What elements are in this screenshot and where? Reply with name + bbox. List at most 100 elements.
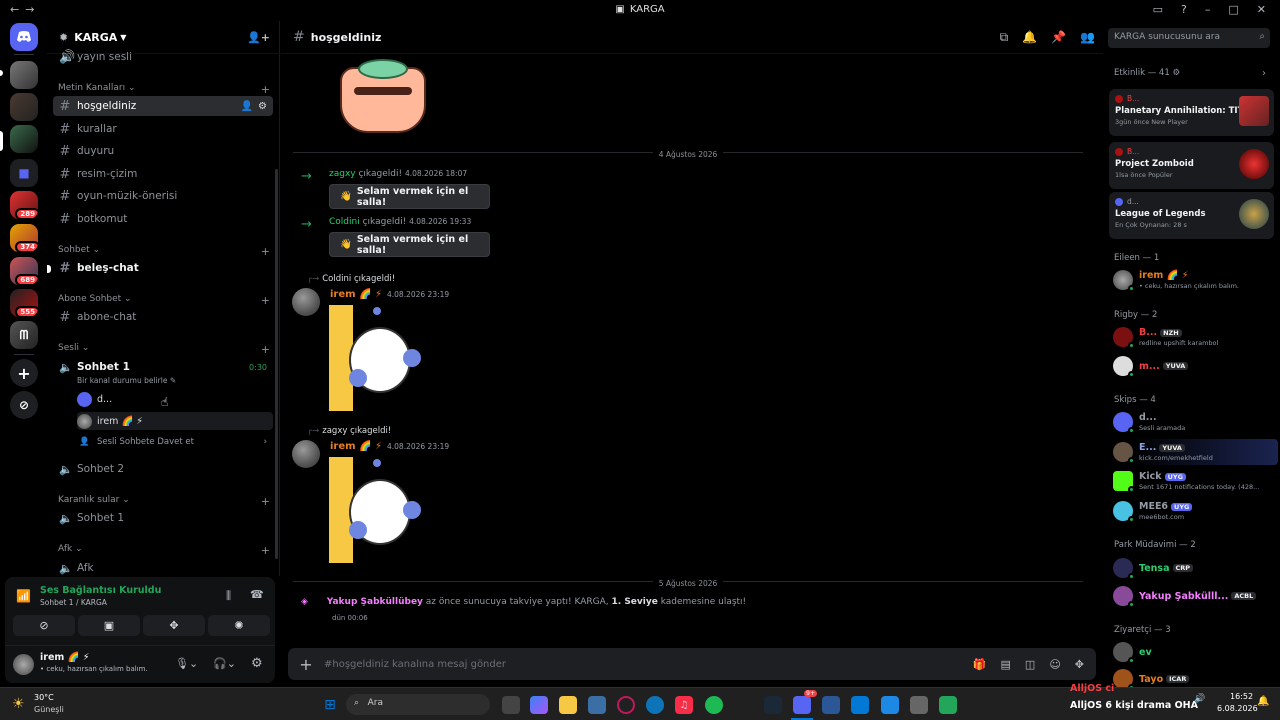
add-channel-icon[interactable]: +: [261, 83, 270, 96]
noise-suppression-icon[interactable]: ⫼: [226, 589, 231, 603]
minimize-button[interactable]: –: [1205, 3, 1211, 16]
channel-kurallar[interactable]: # kurallar: [53, 119, 273, 139]
reply-reference[interactable]: ┌→ Coldini çıkageldi!: [307, 274, 395, 284]
app-icon[interactable]: [822, 696, 840, 714]
emoji-icon[interactable]: ☺: [1049, 658, 1060, 671]
maximize-button[interactable]: □: [1228, 3, 1238, 16]
member-tensa[interactable]: Tensa CRP: [1113, 555, 1278, 581]
add-channel-icon[interactable]: +: [261, 343, 270, 356]
pin-icon[interactable]: 📌: [1051, 30, 1066, 45]
voice-channel-afk[interactable]: 🔈 Afk: [53, 558, 273, 578]
channel-oyun-muzik[interactable]: # oyun-müzik-önerisi: [53, 186, 273, 206]
store-icon[interactable]: [588, 696, 606, 714]
reply-reference[interactable]: ┌→ zagxy çıkageldi!: [307, 426, 391, 436]
add-server-icon[interactable]: +: [10, 359, 38, 387]
voice-location[interactable]: Sohbet 1 / KARGA: [40, 598, 107, 607]
category-afk[interactable]: Afk ⌄ +: [58, 544, 270, 557]
add-attachment-icon[interactable]: +: [288, 655, 324, 674]
voice-channel-dark-sohbet-1[interactable]: 🔈 Sohbet 1: [53, 508, 273, 528]
disconnect-icon[interactable]: ☎: [250, 588, 264, 601]
weather-temp[interactable]: 30°C: [34, 693, 54, 702]
server-icon-7[interactable]: ᗰ: [10, 321, 38, 349]
gear-icon[interactable]: ⚙: [258, 101, 267, 112]
channel-beles-chat[interactable]: # beleş-chat: [53, 258, 273, 278]
category-sub[interactable]: Abone Sohbet ⌄ +: [58, 294, 270, 307]
member-m[interactable]: m... YUVA: [1113, 353, 1278, 379]
avatar[interactable]: [13, 654, 34, 675]
threads-icon[interactable]: ⧉: [1000, 30, 1009, 45]
camera-off-button[interactable]: ⊘: [13, 615, 75, 636]
gif-icon[interactable]: ▤: [1001, 658, 1011, 671]
avatar[interactable]: [292, 440, 320, 468]
member-yakup[interactable]: Yakup Şabkülll... ACBL: [1113, 583, 1278, 609]
scrollbar[interactable]: [275, 169, 278, 559]
wave-button[interactable]: 👋 Selam vermek için el salla!: [329, 232, 490, 257]
bell-icon[interactable]: 🔔: [1022, 30, 1037, 45]
app-icon[interactable]: [910, 696, 928, 714]
gift-icon[interactable]: 🎁: [973, 658, 987, 671]
taskbar-search[interactable]: ⌕ Ara: [346, 694, 490, 715]
activity-header[interactable]: Etkinlik — 41 ⚙ ›: [1114, 68, 1266, 79]
message-input[interactable]: #hoşgeldiniz kanalına mesaj gönder: [324, 659, 506, 670]
activity-card[interactable]: d... League of Legends En Çok Oynanan: 2…: [1109, 192, 1274, 239]
clock-date[interactable]: 6.08.2026: [1217, 704, 1258, 713]
channel-botkomut[interactable]: # botkomut: [53, 209, 273, 229]
notification-icon[interactable]: 🔔: [1257, 696, 1269, 707]
server-icon-1[interactable]: [10, 61, 38, 89]
spotify-icon[interactable]: [705, 696, 723, 714]
members-icon[interactable]: 👥: [1080, 30, 1095, 45]
server-icon-5[interactable]: 689: [10, 257, 38, 285]
volume-icon[interactable]: 🔊: [1194, 694, 1205, 704]
apps-icon[interactable]: ✥: [1075, 658, 1084, 671]
member-b[interactable]: B... NZH redline upshift karambol: [1113, 324, 1278, 350]
activity-card[interactable]: B... Project Zomboid 1lsa önce Popüler: [1109, 142, 1274, 189]
activity-card[interactable]: B... Planetary Annihilation: TIT... 3gün…: [1109, 89, 1274, 136]
channel-duyuru[interactable]: # duyuru: [53, 141, 273, 161]
edge-icon[interactable]: [646, 696, 664, 714]
sticker-image[interactable]: [329, 305, 424, 411]
steam-icon[interactable]: [764, 696, 782, 714]
channel-resim-cizim[interactable]: # resim-çizim: [53, 164, 273, 184]
member-ev[interactable]: ev: [1113, 639, 1278, 665]
sun-icon[interactable]: ☀: [12, 696, 25, 712]
voice-user-d[interactable]: d...: [77, 390, 273, 408]
server-icon-3[interactable]: 289: [10, 191, 38, 219]
channel-hosgeldiniz[interactable]: # hoşgeldiniz 👤 ⚙: [53, 96, 273, 116]
member-d[interactable]: d... Sesli aramada: [1113, 409, 1278, 435]
sticker-image[interactable]: [329, 457, 424, 563]
task-view-icon[interactable]: [502, 696, 520, 714]
add-channel-icon[interactable]: +: [261, 294, 270, 307]
microphone-icon[interactable]: 🎙⌄: [175, 657, 198, 670]
voice-user-irem[interactable]: irem 🌈 ⚡: [77, 412, 273, 430]
category-voice[interactable]: Sesli ⌄ +: [58, 343, 270, 356]
app-icon[interactable]: [881, 696, 899, 714]
app-icon[interactable]: [851, 696, 869, 714]
discover-icon[interactable]: ⊘: [10, 391, 38, 419]
channel-abone-chat[interactable]: # abone-chat: [53, 307, 273, 327]
discord-taskbar-icon[interactable]: 9+: [793, 690, 817, 714]
clock-time[interactable]: 16:52: [1230, 692, 1253, 701]
opera-icon[interactable]: [617, 696, 635, 714]
server-icon-4[interactable]: 374: [10, 224, 38, 252]
close-button[interactable]: ✕: [1257, 3, 1266, 16]
category-text[interactable]: Metin Kanalları ⌄ +: [58, 83, 270, 96]
headphones-icon[interactable]: 🎧⌄: [213, 657, 236, 670]
music-icon[interactable]: ♫: [675, 696, 693, 714]
search-input[interactable]: KARGA sunucusunu ara ⌕: [1108, 28, 1270, 48]
add-channel-icon[interactable]: +: [261, 245, 270, 258]
start-icon[interactable]: ⊞: [321, 696, 339, 714]
member-kick[interactable]: Kick UYG Sent 1671 notifications today. (4…: [1113, 468, 1278, 494]
server-icon-6[interactable]: 555: [10, 289, 38, 317]
channel-status-hint[interactable]: Bir kanal durumu belirle ✎: [77, 376, 176, 385]
member-e[interactable]: E... YUVA kick.com/emekhetfield: [1113, 439, 1278, 465]
screen-share-button[interactable]: ▣: [78, 615, 140, 636]
member-mee6[interactable]: MEE6 UYG mee6bot.com: [1113, 498, 1278, 524]
sticker-image[interactable]: [336, 57, 430, 135]
soundboard-button[interactable]: ✺: [208, 615, 270, 636]
server-icon-karga[interactable]: [10, 125, 38, 153]
channel-yayin-sesli[interactable]: 🔊 yayın sesli: [53, 47, 273, 67]
gear-icon[interactable]: ⚙: [251, 656, 263, 671]
activities-button[interactable]: ✥: [143, 615, 205, 636]
file-explorer-icon[interactable]: [559, 696, 577, 714]
voice-status[interactable]: Ses Bağlantısı Kuruldu: [40, 585, 161, 596]
